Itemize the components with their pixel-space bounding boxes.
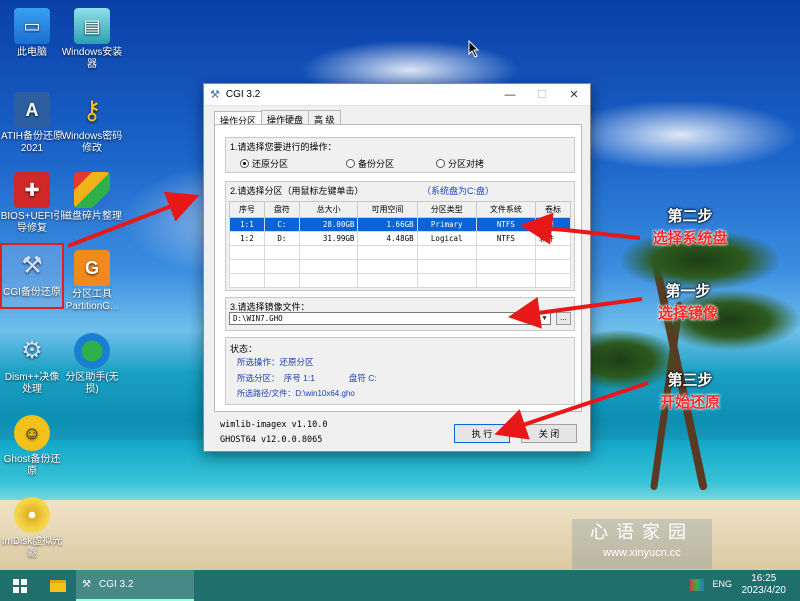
clock-date: 2023/4/20 — [741, 585, 787, 596]
taskbar-app-cgi[interactable]: ⚒ CGI 3.2 — [76, 570, 194, 601]
arrow-to-image — [508, 296, 643, 329]
taskbar-app-label: CGI 3.2 — [98, 579, 134, 590]
cgi-app-icon: ⚒ — [82, 579, 91, 590]
arrow-to-window — [67, 191, 200, 248]
start-button[interactable] — [0, 570, 40, 601]
annotation-text: 选择镜像 — [657, 304, 718, 322]
file-explorer-button[interactable] — [40, 570, 76, 601]
annotation-step1: 第一步 选择镜像 — [638, 280, 738, 324]
arrow-to-execute — [494, 381, 649, 440]
annotation-step3: 第三步 开始还原 — [640, 369, 740, 413]
network-icon[interactable] — [690, 579, 704, 591]
annotation-step: 第三步 — [667, 371, 713, 389]
taskbar: ⚒ CGI 3.2 ENG 16:25 2023/4/20 — [0, 570, 800, 601]
watermark-title: 心语家园 — [590, 522, 694, 542]
clock[interactable]: 16:25 2023/4/20 — [742, 573, 787, 597]
language-indicator[interactable]: ENG — [712, 579, 732, 589]
arrow-to-system-disk — [520, 212, 641, 245]
windows-logo-icon — [13, 578, 27, 593]
annotation-text: 开始还原 — [659, 393, 720, 411]
annotation-text: 选择系统盘 — [652, 229, 728, 247]
annotation-step: 第二步 — [667, 207, 713, 225]
clock-time: 16:25 — [751, 573, 777, 584]
watermark: 心语家园 www.xinyucn.cc — [572, 519, 712, 569]
folder-icon — [50, 579, 66, 592]
annotation-step: 第一步 — [665, 282, 711, 300]
annotation-step2: 第二步 选择系统盘 — [640, 205, 740, 249]
watermark-url: www.xinyucn.cc — [603, 547, 681, 559]
